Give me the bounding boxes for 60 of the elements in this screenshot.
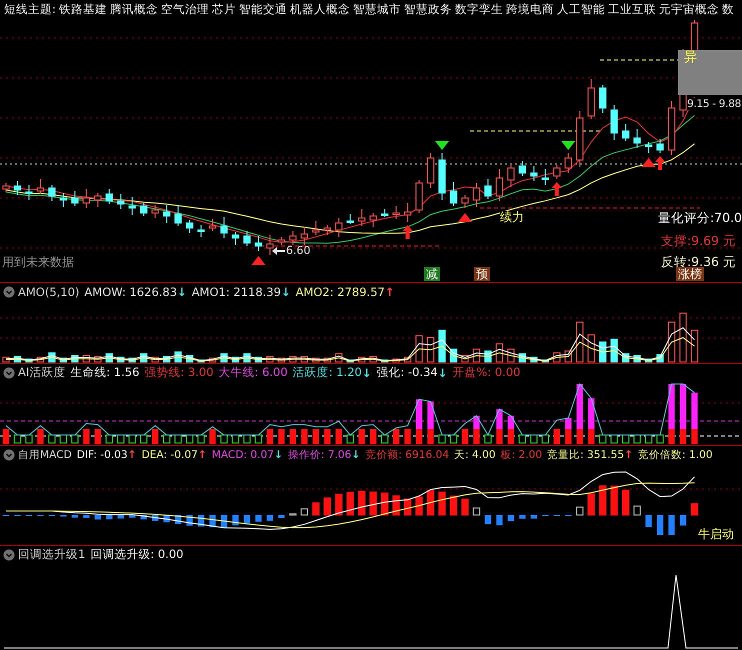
trend-arrow: ↑ (384, 284, 394, 298)
low-price-label: 6.60 (286, 244, 310, 257)
indicator-value: 强势线: 3.00 (144, 365, 214, 380)
indicator-value: AMOW: 1626.83 (84, 284, 178, 298)
indicator-value: AMO2: 2789.57 (296, 284, 385, 298)
indicator-value: AMO1: 2118.39 (192, 284, 281, 298)
trend-arrow: ↓ (280, 284, 291, 298)
trend-arrow: ↑ (128, 448, 137, 460)
signal-badge: 预 (474, 267, 490, 281)
theme-tag[interactable]: 工业互联 (608, 2, 656, 16)
future-data-note: 用到未来数据 (2, 254, 74, 271)
indicator-value: 操作价: 7.06 (288, 448, 352, 462)
trend-arrow: ↓ (274, 448, 283, 460)
indicator-value: 竞价额: 6916.04 (365, 448, 450, 462)
trend-arrow: ↑ (198, 448, 207, 460)
indicator-value: MACD: 0.07 (212, 448, 274, 460)
indicator-value: 天: 4.00 (454, 448, 496, 462)
theme-tag[interactable]: 智慧政务 (404, 2, 452, 16)
theme-tag[interactable]: 芯片 (212, 2, 236, 16)
momentum-label: 续力 (500, 211, 524, 224)
theme-label: 短线主题: (4, 2, 56, 16)
theme-tag[interactable]: 元宇宙概念 (658, 2, 719, 16)
signal-badge: 减 (424, 267, 440, 281)
trend-arrow: ↑ (624, 448, 634, 460)
theme-tag[interactable]: 跨境电商 (506, 2, 554, 16)
indicator-value: 大牛线: 6.00 (218, 365, 288, 380)
reversal-label: 反转:9.36 元 (660, 254, 736, 269)
indicator-value: DIF: -0.03 (76, 448, 128, 460)
bull-start-label: 牛启动 (698, 526, 734, 543)
indicator-value: 竞量比: 351.55 (547, 448, 624, 462)
theme-tag[interactable]: 智慧城市 (352, 2, 401, 16)
indicator-value: 生命线: 1.56 (70, 365, 140, 380)
indicator-value: 强化: -0.34 (376, 365, 438, 380)
theme-tag[interactable]: 数 (722, 2, 734, 16)
indicator-title: 自用MACD (18, 448, 72, 462)
signal-label: 异 (684, 49, 697, 66)
indicator-title: 回调选升级1 (18, 547, 86, 562)
theme-tag[interactable]: 机器人概念 (290, 2, 350, 16)
indicator-title: AMO(5,10) (18, 284, 80, 298)
trend-arrow: ↓ (438, 366, 448, 380)
theme-tag[interactable]: 数字孪生 (454, 2, 503, 16)
indicator-value: 开盘%: 0.00 (452, 365, 520, 380)
theme-tag[interactable]: 空气治理 (160, 2, 209, 16)
trend-arrow: ↓ (362, 366, 372, 380)
support-label: 支撑:9.69 元 (660, 233, 736, 250)
indicator-title: AI活跃度 (18, 365, 66, 380)
trend-arrow: ↓ (351, 448, 360, 460)
price-range-label: 9.15 - 9.88 (687, 98, 741, 110)
indicator-value: 竞价倍数: 1.00 (638, 448, 713, 462)
indicator-value: 回调选升级: 0.00 (90, 547, 184, 562)
quant-score-label: 量化评分:70.0 (658, 210, 742, 227)
theme-tag[interactable]: 智能交通 (238, 2, 287, 16)
theme-tag[interactable]: 腾讯概念 (110, 2, 158, 16)
signal-badge: 涨榜 (676, 267, 704, 281)
indicator-value: 板: 2.00 (500, 448, 542, 462)
indicator-value: 活跃度: 1.20 (292, 365, 362, 380)
theme-tag[interactable]: 铁路基建 (58, 2, 107, 16)
indicator-value: DEA: -0.07 (142, 448, 198, 460)
theme-tag[interactable]: 人工智能 (556, 2, 605, 16)
trend-arrow: ↓ (177, 284, 187, 298)
